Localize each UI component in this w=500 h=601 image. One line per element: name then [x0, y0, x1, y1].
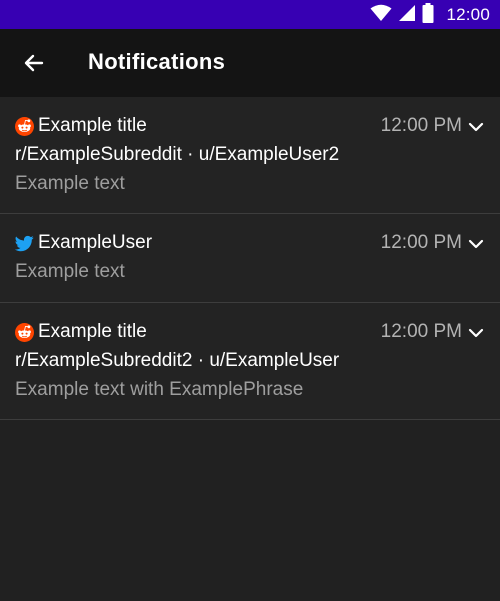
notification-text: Example text with ExamplePhrase [15, 379, 304, 400]
chevron-down-icon[interactable] [466, 117, 486, 137]
notification-title: Example title [38, 321, 147, 342]
wifi-icon [370, 4, 392, 27]
page-title: Notifications [88, 49, 226, 74]
battery-icon [422, 2, 434, 28]
notification-time: 12:00 PM [380, 321, 462, 342]
chevron-down-icon[interactable] [466, 323, 486, 343]
app-bar: Notifications [0, 29, 500, 97]
reddit-icon [15, 117, 34, 136]
notification-title: Example title [38, 115, 147, 136]
notification-item[interactable]: ExampleUser 12:00 PM Example text [0, 214, 500, 303]
status-icons: 12:00 [370, 2, 490, 28]
chevron-down-icon[interactable] [466, 234, 486, 254]
notification-subtitle: r/ExampleSubreddit2 · u/ExampleUser [15, 350, 340, 371]
reddit-icon [15, 323, 34, 342]
notifications-screen: 12:00 Notifications Example title 12:00 … [0, 0, 500, 601]
notification-time: 12:00 PM [380, 232, 462, 253]
signal-icon [398, 4, 416, 27]
notification-item[interactable]: Example title 12:00 PM r/ExampleSubreddi… [0, 97, 500, 214]
twitter-icon [14, 234, 34, 253]
arrow-left-icon [24, 54, 44, 72]
status-time: 12:00 [446, 5, 490, 24]
notification-item[interactable]: Example title 12:00 PM r/ExampleSubreddi… [0, 303, 500, 420]
notification-title: ExampleUser [38, 232, 153, 253]
notification-text: Example text [15, 261, 125, 282]
status-bar: 12:00 [0, 0, 500, 29]
notification-text: Example text [15, 173, 125, 194]
notification-list: Example title 12:00 PM r/ExampleSubreddi… [0, 97, 500, 420]
back-button[interactable] [14, 43, 54, 83]
notification-time: 12:00 PM [380, 115, 462, 136]
notification-subtitle: r/ExampleSubreddit · u/ExampleUser2 [15, 144, 340, 165]
